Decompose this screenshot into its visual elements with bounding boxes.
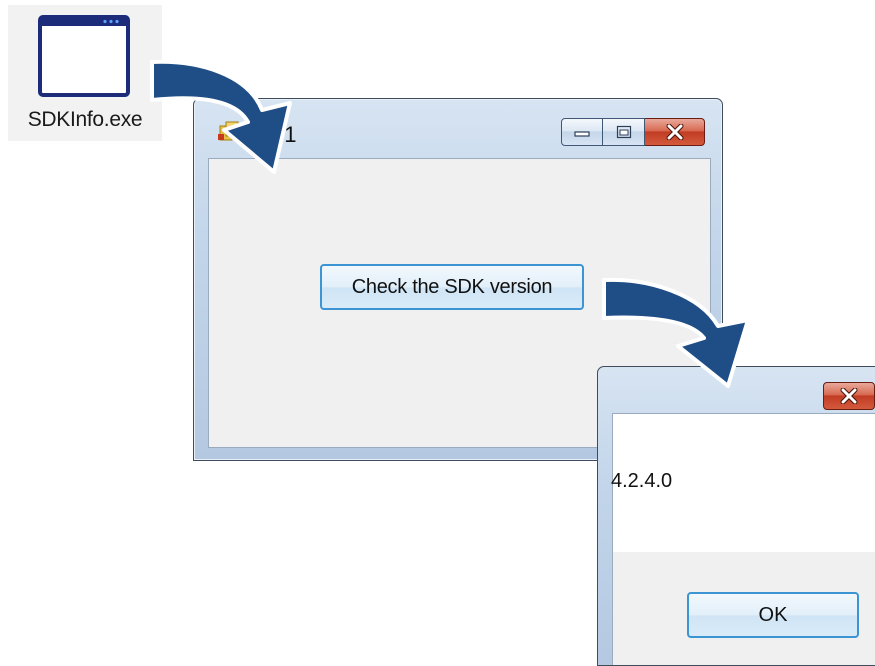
message-close-button[interactable] — [823, 382, 875, 410]
message-text: 4.2.4.0 — [611, 470, 673, 492]
window-title: n1 — [272, 122, 297, 147]
minimize-icon — [574, 131, 590, 137]
close-icon — [666, 124, 683, 140]
ok-button[interactable]: OK — [687, 592, 859, 638]
file-name-label: SDKInfo.exe — [27, 108, 143, 131]
message-box: OK — [597, 366, 875, 666]
close-button[interactable] — [645, 118, 705, 146]
message-body: OK — [612, 413, 875, 665]
application-window-icon — [38, 15, 130, 97]
maximize-icon — [616, 125, 631, 139]
minimize-button[interactable] — [561, 118, 603, 146]
check-sdk-version-button[interactable]: Check the SDK version — [320, 264, 584, 310]
message-footer: OK — [613, 552, 875, 665]
app-title-icon — [218, 121, 239, 141]
caption-buttons — [561, 118, 705, 148]
close-icon — [840, 388, 858, 404]
desktop-file-icon[interactable]: SDKInfo.exe — [8, 5, 162, 141]
maximize-button[interactable] — [603, 118, 645, 146]
